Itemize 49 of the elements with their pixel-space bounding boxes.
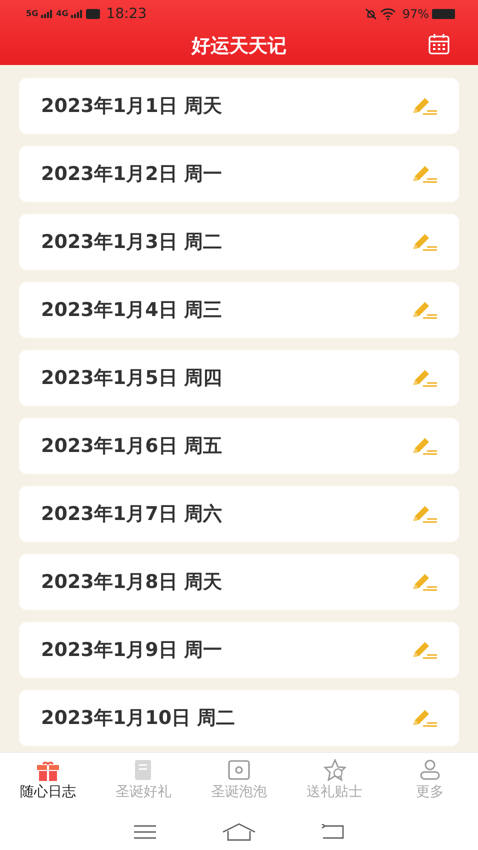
clock: 18:23 bbox=[106, 6, 147, 22]
pencil-icon[interactable] bbox=[410, 368, 438, 388]
gift-icon bbox=[36, 759, 60, 781]
menu-icon[interactable] bbox=[132, 824, 157, 840]
person-icon bbox=[419, 759, 442, 781]
pencil-icon[interactable] bbox=[410, 504, 438, 524]
back-icon[interactable] bbox=[321, 824, 346, 840]
pencil-icon[interactable] bbox=[410, 572, 438, 592]
pencil-icon[interactable] bbox=[410, 232, 438, 252]
diary-entry[interactable]: 2023年1月4日 周三 bbox=[19, 282, 459, 338]
entry-date: 2023年1月1日 周天 bbox=[41, 94, 222, 119]
diary-entry[interactable]: 2023年1月8日 周天 bbox=[19, 554, 459, 610]
entry-date: 2023年1月2日 周一 bbox=[41, 162, 222, 187]
pencil-icon[interactable] bbox=[410, 436, 438, 456]
battery-icon bbox=[432, 8, 456, 18]
pencil-icon[interactable] bbox=[410, 96, 438, 116]
signal-label: 4G bbox=[56, 9, 68, 18]
tab[interactable]: 随心日志 bbox=[0, 753, 96, 813]
star-icon bbox=[322, 759, 347, 781]
diary-entry[interactable]: 2023年1月3日 周二 bbox=[19, 214, 459, 270]
pencil-icon[interactable] bbox=[410, 164, 438, 184]
diary-entry[interactable]: 2023年1月10日 周二 bbox=[19, 690, 459, 746]
signal-label: 5G bbox=[26, 9, 38, 18]
diary-entry[interactable]: 2023年1月5日 周四 bbox=[19, 350, 459, 406]
home-icon[interactable] bbox=[222, 822, 256, 840]
mute-icon bbox=[365, 8, 378, 20]
diary-entry[interactable]: 2023年1月9日 周一 bbox=[19, 622, 459, 678]
entry-date: 2023年1月4日 周三 bbox=[41, 298, 222, 323]
signal-icon bbox=[71, 10, 84, 18]
wifi-icon bbox=[380, 8, 396, 20]
signal-icon bbox=[41, 10, 54, 18]
entry-date: 2023年1月8日 周天 bbox=[41, 570, 222, 595]
pencil-icon[interactable] bbox=[410, 708, 438, 728]
frame-icon bbox=[226, 759, 251, 781]
pencil-icon[interactable] bbox=[410, 640, 438, 660]
entry-date: 2023年1月9日 周一 bbox=[41, 638, 222, 663]
diary-entry[interactable]: 2023年1月2日 周一 bbox=[19, 146, 459, 202]
battery-label: 97% bbox=[402, 6, 429, 20]
entry-date: 2023年1月7日 周六 bbox=[41, 502, 222, 527]
entry-date: 2023年1月3日 周二 bbox=[41, 230, 222, 255]
calendar-icon[interactable] bbox=[428, 33, 450, 55]
entry-date: 2023年1月10日 周二 bbox=[41, 706, 236, 731]
diary-entry[interactable]: 2023年1月1日 周天 bbox=[19, 78, 459, 134]
entry-date: 2023年1月5日 周四 bbox=[41, 366, 222, 391]
entry-date: 2023年1月6日 周五 bbox=[41, 434, 222, 459]
diary-entry[interactable]: 2023年1月7日 周六 bbox=[19, 486, 459, 542]
app-title: 好运天天记 bbox=[192, 34, 286, 59]
diary-entry[interactable]: 2023年1月6日 周五 bbox=[19, 418, 459, 474]
pencil-icon[interactable] bbox=[410, 300, 438, 320]
